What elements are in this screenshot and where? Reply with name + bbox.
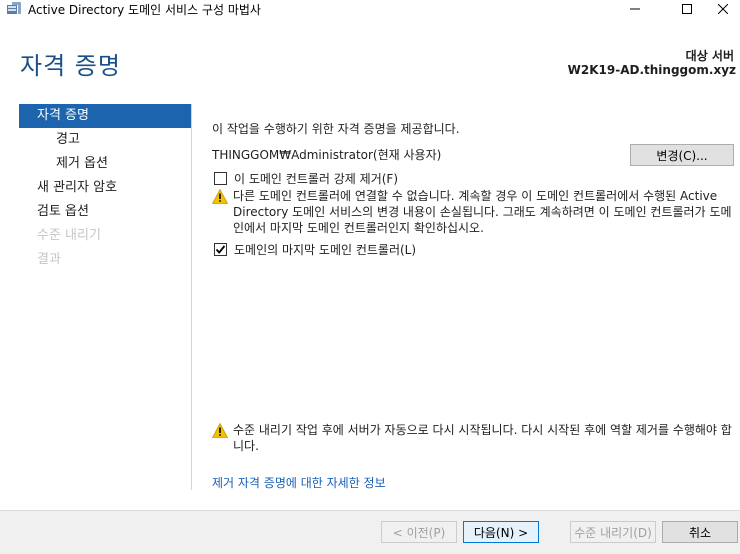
checkmark-icon <box>215 245 226 254</box>
force-remove-checkbox[interactable] <box>214 172 227 185</box>
intro-text: 이 작업을 수행하기 위한 자격 증명을 제공합니다. <box>212 122 460 136</box>
next-button[interactable]: 다음(N) > <box>463 521 539 543</box>
connect-warning: 다른 도메인 컨트롤러에 연결할 수 없습니다. 계속할 경우 이 도메인 컨트… <box>211 188 736 236</box>
force-remove-label: 이 도메인 컨트롤러 강제 제거(F) <box>234 172 399 186</box>
nav-item-warnings[interactable]: 경고 <box>19 128 191 152</box>
force-remove-option[interactable]: 이 도메인 컨트롤러 강제 제거(F) <box>214 170 398 187</box>
connect-warning-text: 다른 도메인 컨트롤러에 연결할 수 없습니다. 계속할 경우 이 도메인 컨트… <box>233 189 732 235</box>
title-bar: Active Directory 도메인 서비스 구성 마법사 <box>0 0 740 18</box>
window-title: Active Directory 도메인 서비스 구성 마법사 <box>28 3 261 17</box>
page-title: 자격 증명 <box>20 52 121 80</box>
maximize-button[interactable] <box>664 0 710 18</box>
wizard-nav: 자격 증명 경고 제거 옵션 새 관리자 암호 검토 옵션 수준 내리기 결과 <box>19 104 191 272</box>
warning-icon <box>211 422 229 438</box>
restart-warning: 수준 내리기 작업 후에 서버가 자동으로 다시 시작됩니다. 다시 시작된 후… <box>211 422 736 454</box>
nav-item-review-options[interactable]: 검토 옵션 <box>19 200 191 224</box>
nav-item-removal-options[interactable]: 제거 옵션 <box>19 152 191 176</box>
nav-divider <box>191 104 192 490</box>
nav-item-new-admin-password[interactable]: 새 관리자 암호 <box>19 176 191 200</box>
wizard-footer: < 이전(P) 다음(N) > 수준 내리기(D) 취소 <box>0 510 740 554</box>
restart-warning-text: 수준 내리기 작업 후에 서버가 자동으로 다시 시작됩니다. 다시 시작된 후… <box>233 423 732 453</box>
change-credential-button[interactable]: 변경(C)... <box>630 144 734 166</box>
server-manager-icon <box>6 2 22 15</box>
last-dc-checkbox[interactable] <box>214 243 227 256</box>
nav-item-results: 결과 <box>37 252 61 267</box>
more-info-link[interactable]: 제거 자격 증명에 대한 자세한 정보 <box>212 474 386 491</box>
current-credential: THINGGOM₩Administrator(현재 사용자) <box>212 148 442 162</box>
previous-button[interactable]: < 이전(P) <box>381 521 457 543</box>
nav-item-credentials[interactable]: 자격 증명 <box>19 104 191 128</box>
demote-button[interactable]: 수준 내리기(D) <box>570 521 656 543</box>
main-content: 이 작업을 수행하기 위한 자격 증명을 제공합니다. THINGGOM₩Adm… <box>211 104 736 494</box>
warning-icon <box>211 188 229 204</box>
close-button[interactable] <box>706 0 740 18</box>
target-server-name: W2K19-AD.thinggom.xyz <box>567 63 736 77</box>
target-server-label: 대상 서버 <box>685 49 734 63</box>
cancel-button[interactable]: 취소 <box>662 521 738 543</box>
last-dc-label: 도메인의 마지막 도메인 컨트롤러(L) <box>234 243 417 257</box>
last-dc-option[interactable]: 도메인의 마지막 도메인 컨트롤러(L) <box>214 241 416 258</box>
nav-item-demotion: 수준 내리기 <box>37 228 101 243</box>
minimize-button[interactable] <box>612 0 658 18</box>
